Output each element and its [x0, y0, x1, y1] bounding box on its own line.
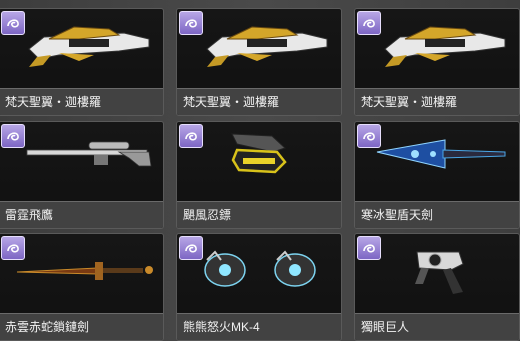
item-card-7[interactable]: 赤雲赤蛇鎖鏈劍 — [0, 233, 164, 341]
item-name: 雷霆飛鷹 — [5, 208, 54, 222]
item-label-bar: 梵天聖翼・迦樓羅 — [0, 88, 163, 115]
item-label-bar: 獨眼巨人 — [355, 313, 519, 340]
rarity-badge-icon — [179, 124, 203, 148]
item-name: 梵天聖翼・迦樓羅 — [361, 95, 458, 109]
item-label-bar: 梵天聖翼・迦樓羅 — [355, 88, 519, 115]
item-name: 寒冰聖盾天劍 — [361, 208, 434, 222]
rarity-badge-icon — [357, 124, 381, 148]
item-card-6[interactable]: 寒冰聖盾天劍 — [354, 121, 520, 229]
item-label-bar: 雷霆飛鷹 — [0, 201, 163, 228]
item-card-8[interactable]: 熊熊怒火MK-4 — [176, 233, 342, 341]
item-card-2[interactable]: 梵天聖翼・迦樓羅 — [176, 8, 342, 116]
item-name: 梵天聖翼・迦樓羅 — [5, 95, 102, 109]
item-card-5[interactable]: 颶風忍鏢 — [176, 121, 342, 229]
item-name: 獨眼巨人 — [361, 320, 410, 334]
item-name: 梵天聖翼・迦樓羅 — [183, 95, 280, 109]
item-name: 熊熊怒火MK-4 — [183, 320, 260, 334]
item-label-bar: 颶風忍鏢 — [177, 201, 341, 228]
rarity-badge-icon — [357, 236, 381, 260]
rarity-badge-icon — [1, 11, 25, 35]
rarity-badge-icon — [179, 236, 203, 260]
rarity-badge-icon — [357, 11, 381, 35]
item-card-1[interactable]: 梵天聖翼・迦樓羅 — [0, 8, 164, 116]
item-label-bar: 赤雲赤蛇鎖鏈劍 — [0, 313, 163, 340]
item-card-4[interactable]: 雷霆飛鷹 — [0, 121, 164, 229]
item-name: 颶風忍鏢 — [183, 208, 232, 222]
rarity-badge-icon — [1, 124, 25, 148]
item-label-bar: 寒冰聖盾天劍 — [355, 201, 519, 228]
item-card-3[interactable]: 梵天聖翼・迦樓羅 — [354, 8, 520, 116]
item-label-bar: 熊熊怒火MK-4 — [177, 313, 341, 340]
item-label-bar: 梵天聖翼・迦樓羅 — [177, 88, 341, 115]
item-card-9[interactable]: 獨眼巨人 — [354, 233, 520, 341]
rarity-badge-icon — [1, 236, 25, 260]
rarity-badge-icon — [179, 11, 203, 35]
item-name: 赤雲赤蛇鎖鏈劍 — [5, 320, 90, 334]
